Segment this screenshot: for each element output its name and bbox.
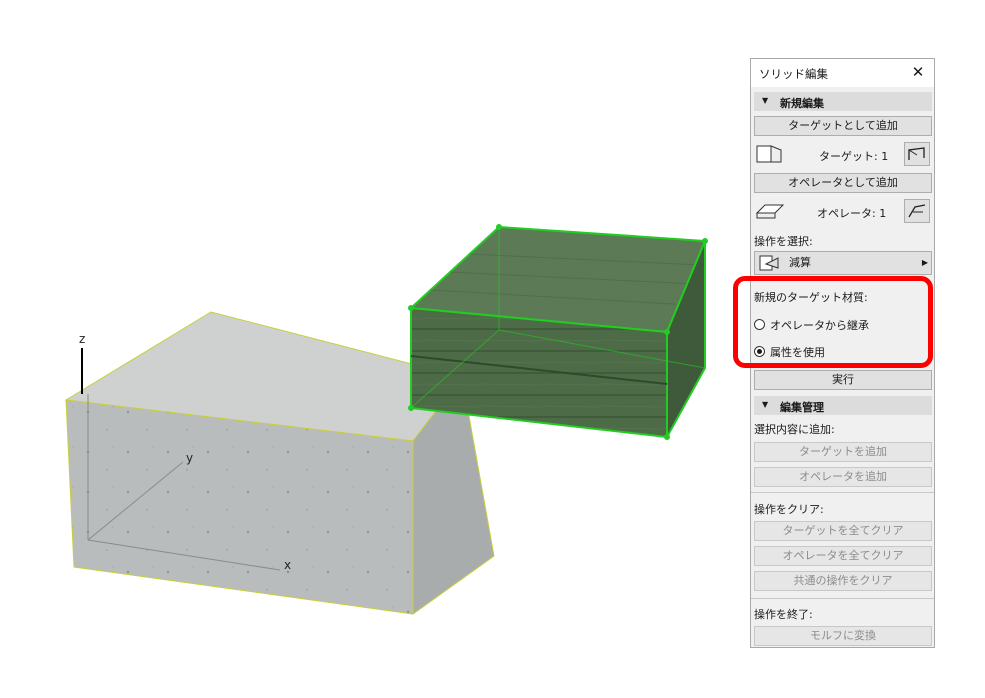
clear-all-operators-button[interactable]: オペレータを全てクリア bbox=[754, 546, 932, 566]
divider bbox=[751, 598, 934, 599]
wood-block[interactable] bbox=[408, 224, 708, 440]
panel-titlebar[interactable]: ソリッド編集 ✕ bbox=[751, 59, 934, 87]
section-new-edit-label: 新規編集 bbox=[780, 97, 824, 110]
convert-to-morph-button[interactable]: モルフに変換 bbox=[754, 626, 932, 646]
operator-icon bbox=[755, 200, 785, 222]
operator-count: オペレータ: 1 bbox=[817, 207, 887, 220]
clear-operation-label: 操作をクリア: bbox=[754, 503, 824, 516]
add-as-operator-button[interactable]: オペレータとして追加 bbox=[754, 173, 932, 193]
pick-target-button[interactable] bbox=[904, 142, 930, 166]
divider bbox=[751, 492, 934, 493]
clear-all-targets-button[interactable]: ターゲットを全てクリア bbox=[754, 521, 932, 541]
target-count: ターゲット: 1 bbox=[819, 150, 889, 163]
add-target-button[interactable]: ターゲットを追加 bbox=[754, 442, 932, 462]
collapse-arrow-icon: ▼ bbox=[762, 400, 769, 409]
section-manage-label: 編集管理 bbox=[780, 401, 824, 414]
select-operation-label: 操作を選択: bbox=[754, 235, 813, 248]
panel-title: ソリッド編集 bbox=[759, 67, 828, 81]
operation-dropdown[interactable]: 減算 ▶ bbox=[754, 251, 932, 275]
section-edit-management[interactable]: ▼ 編集管理 bbox=[754, 396, 932, 415]
dropdown-arrow-icon: ▶ bbox=[921, 258, 928, 267]
add-operator-button[interactable]: オペレータを追加 bbox=[754, 467, 932, 487]
axis-label-x: x bbox=[284, 558, 292, 572]
add-to-selection-label: 選択内容に追加: bbox=[754, 423, 835, 436]
operation-value: 減算 bbox=[789, 256, 811, 269]
target-icon bbox=[755, 143, 782, 165]
axis-label-z: z bbox=[79, 332, 86, 346]
finish-operation-label: 操作を終了: bbox=[754, 608, 813, 621]
section-new-edit[interactable]: ▼ 新規編集 bbox=[754, 92, 932, 111]
clear-common-operation-button[interactable]: 共通の操作をクリア bbox=[754, 571, 932, 591]
highlight-box bbox=[733, 276, 933, 368]
add-as-target-button[interactable]: ターゲットとして追加 bbox=[754, 116, 932, 136]
pick-operator-button[interactable] bbox=[904, 199, 930, 223]
axis-label-y: y bbox=[186, 451, 194, 465]
close-icon[interactable]: ✕ bbox=[909, 62, 927, 82]
collapse-arrow-icon: ▼ bbox=[762, 96, 769, 105]
execute-button[interactable]: 実行 bbox=[754, 370, 932, 390]
